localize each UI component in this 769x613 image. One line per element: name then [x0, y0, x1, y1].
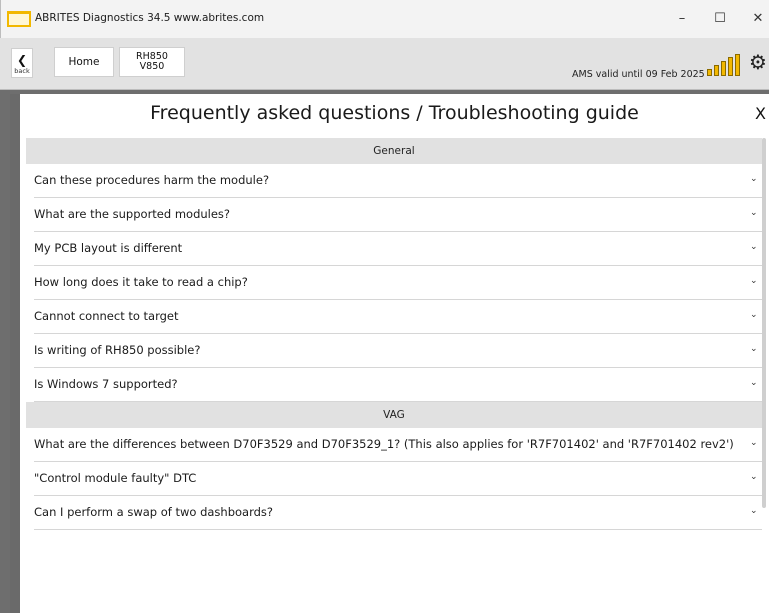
signal-strength-icon	[707, 54, 741, 76]
close-window-button[interactable]: ✕	[743, 7, 769, 31]
section-header: General	[26, 138, 762, 164]
chevron-down-icon: ⌄	[750, 472, 758, 482]
faq-item[interactable]: How long does it take to read a chip? ⌄	[34, 266, 762, 300]
chip-family-button[interactable]: RH850 V850	[119, 47, 185, 77]
toolbar: ❮ back Home RH850 V850	[0, 38, 769, 90]
back-arrow-icon: ❮	[16, 53, 28, 67]
ams-status: AMS valid until 09 Feb 2025	[572, 69, 705, 80]
faq-question: "Control module faulty" DTC	[34, 471, 197, 485]
faq-title: Frequently asked questions / Troubleshoo…	[150, 102, 639, 124]
settings-gear-icon[interactable]: ⚙	[749, 52, 767, 72]
section-header: VAG	[26, 402, 762, 428]
faq-question: Cannot connect to target	[34, 309, 179, 323]
chip-family-line2: V850	[139, 61, 165, 72]
faq-item[interactable]: Cannot connect to target ⌄	[34, 300, 762, 334]
chevron-down-icon: ⌄	[750, 242, 758, 252]
faq-item[interactable]: What are the differences between D70F352…	[34, 428, 762, 462]
back-label: back	[14, 67, 30, 75]
faq-question: My PCB layout is different	[34, 241, 183, 255]
abrites-logo-icon	[7, 11, 31, 27]
chevron-down-icon: ⌄	[750, 310, 758, 320]
chevron-down-icon: ⌄	[750, 438, 758, 448]
faq-question: How long does it take to read a chip?	[34, 275, 248, 289]
maximize-button[interactable]: ☐	[705, 7, 735, 31]
close-dialog-button[interactable]: X	[755, 104, 766, 123]
chevron-down-icon: ⌄	[750, 276, 758, 286]
faq-question: Can I perform a swap of two dashboards?	[34, 505, 274, 519]
chevron-down-icon: ⌄	[750, 506, 758, 516]
scrollbar[interactable]	[762, 138, 766, 508]
faq-question: What are the supported modules?	[34, 207, 231, 221]
chevron-down-icon: ⌄	[750, 378, 758, 388]
faq-item[interactable]: "Control module faulty" DTC ⌄	[34, 462, 762, 496]
faq-item[interactable]: Can these procedures harm the module? ⌄	[34, 164, 762, 198]
faq-item[interactable]: My PCB layout is different ⌄	[34, 232, 762, 266]
faq-item[interactable]: Is writing of RH850 possible? ⌄	[34, 334, 762, 368]
chevron-down-icon: ⌄	[750, 344, 758, 354]
faq-item[interactable]: What are the supported modules? ⌄	[34, 198, 762, 232]
window-titlebar: ABRITES Diagnostics 34.5 www.abrites.com…	[0, 0, 769, 38]
faq-item[interactable]: Can I perform a swap of two dashboards? ⌄	[34, 496, 762, 530]
back-button[interactable]: ❮ back	[11, 48, 33, 78]
home-button[interactable]: Home	[54, 47, 114, 77]
faq-question: Is writing of RH850 possible?	[34, 343, 201, 357]
chevron-down-icon: ⌄	[750, 174, 758, 184]
faq-item[interactable]: Is Windows 7 supported? ⌄	[34, 368, 762, 402]
chevron-down-icon: ⌄	[750, 208, 758, 218]
faq-dialog: Frequently asked questions / Troubleshoo…	[20, 94, 769, 613]
window-title: ABRITES Diagnostics 34.5 www.abrites.com	[35, 12, 265, 24]
faq-question: Is Windows 7 supported?	[34, 377, 178, 391]
faq-question: Can these procedures harm the module?	[34, 173, 270, 187]
minimize-button[interactable]: –	[667, 7, 697, 31]
faq-question: What are the differences between D70F352…	[34, 437, 734, 451]
